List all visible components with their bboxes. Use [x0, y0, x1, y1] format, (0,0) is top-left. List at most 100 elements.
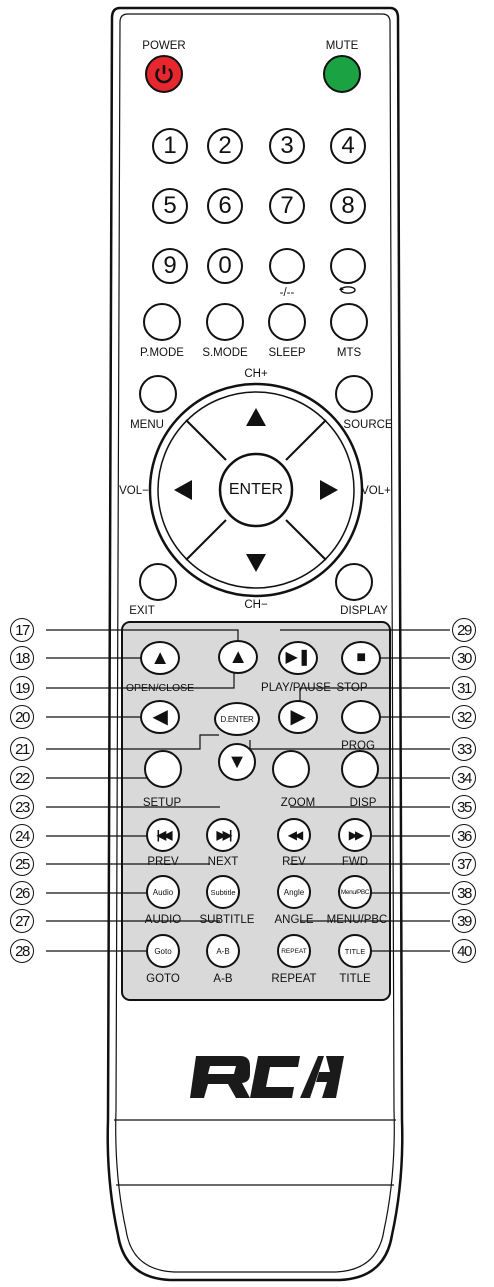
disp-label: DISP [349, 797, 377, 809]
stop-icon: ■ [356, 649, 366, 666]
exit-button[interactable] [139, 563, 177, 601]
zoom-button[interactable] [272, 750, 310, 788]
picture-mode-button[interactable] [143, 303, 181, 341]
number-2-button[interactable]: 2 [207, 128, 243, 164]
callout-19: 19 [10, 676, 34, 700]
vol-down-button[interactable] [166, 460, 216, 520]
callout-39: 39 [452, 909, 476, 933]
open-close-label: OPEN/CLOSE [125, 682, 195, 694]
dvd-right-button[interactable]: ▶ [278, 700, 318, 734]
ch-down-button[interactable] [226, 532, 286, 582]
menu-button[interactable] [139, 375, 177, 413]
number-0-button[interactable]: 0 [207, 248, 243, 284]
number-4-button[interactable]: 4 [330, 128, 366, 164]
callout-28: 28 [10, 939, 34, 963]
skip-forward-icon: ▶▶| [216, 828, 233, 842]
callout-23: 23 [10, 795, 34, 819]
ab-button[interactable]: A-B [206, 934, 240, 968]
eject-icon: ▲ [150, 647, 170, 669]
goto-button[interactable]: Goto [146, 934, 180, 968]
next-button[interactable]: ▶▶| [206, 818, 240, 852]
open-close-button[interactable]: ▲ [140, 641, 180, 675]
repeat-button[interactable]: REPEAT [277, 934, 311, 968]
audio-label: AUDIO [144, 914, 182, 926]
display-button[interactable] [335, 563, 373, 601]
play-pause-icon: ▶❚ [285, 649, 311, 666]
menu-pbc-button[interactable]: Menu/PBC [338, 875, 372, 909]
callout-20: 20 [10, 705, 34, 729]
subtitle-label: SUBTITLE [199, 914, 255, 926]
stop-button[interactable]: ■ [341, 641, 381, 675]
right-arrow-icon: ▶ [290, 706, 306, 728]
callout-29: 29 [452, 618, 476, 642]
zoom-label: ZOOM [280, 797, 316, 809]
sound-mode-button[interactable] [206, 303, 244, 341]
callout-34: 34 [452, 766, 476, 790]
source-button[interactable] [335, 375, 373, 413]
mute-button[interactable] [323, 55, 361, 93]
number-3-button[interactable]: 3 [269, 128, 305, 164]
stop-label: STOP [336, 682, 368, 694]
callout-35: 35 [452, 795, 476, 819]
loop-arrow-icon [339, 286, 356, 294]
enter-button[interactable]: ENTER [222, 479, 290, 501]
dvd-up-button[interactable]: ▲ [218, 640, 258, 674]
number-7-button[interactable]: 7 [269, 188, 305, 224]
mts-button[interactable] [330, 303, 368, 341]
mts-label: MTS [336, 347, 362, 359]
callout-31: 31 [452, 676, 476, 700]
callout-17: 17 [10, 618, 34, 642]
display-label: DISPLAY [340, 605, 388, 617]
dash-button[interactable] [269, 248, 305, 284]
prog-button[interactable] [341, 700, 381, 734]
callout-40: 40 [452, 939, 476, 963]
callout-37: 37 [452, 852, 476, 876]
vol-down-label: VOL− [119, 485, 149, 497]
callout-22: 22 [10, 766, 34, 790]
power-label: POWER [142, 40, 186, 52]
down-arrow-icon: ▼ [227, 751, 247, 773]
play-pause-label: PLAY/PAUSE [261, 682, 331, 694]
next-label: NEXT [207, 856, 239, 868]
dvd-down-button[interactable]: ▼ [218, 743, 256, 781]
exit-label: EXIT [129, 605, 155, 617]
setup-label: SETUP [142, 797, 182, 809]
ch-up-button[interactable] [226, 398, 286, 448]
play-pause-button[interactable]: ▶❚ [278, 641, 318, 675]
subtitle-button[interactable]: Subtitle [206, 875, 240, 909]
callout-36: 36 [452, 824, 476, 848]
number-1-button[interactable]: 1 [152, 128, 188, 164]
number-6-button[interactable]: 6 [207, 188, 243, 224]
callout-27: 27 [10, 909, 34, 933]
skip-back-icon: |◀◀ [156, 828, 173, 842]
fast-forward-icon: ▶▶ [348, 828, 365, 842]
angle-button[interactable]: Angle [277, 875, 311, 909]
left-arrow-icon: ◀ [152, 706, 168, 728]
fwd-button[interactable]: ▶▶ [338, 818, 372, 852]
number-8-button[interactable]: 8 [330, 188, 366, 224]
rewind-icon: ◀◀ [287, 828, 304, 842]
ch-up-label: CH+ [244, 368, 268, 380]
callout-18: 18 [10, 646, 34, 670]
rev-button[interactable]: ◀◀ [277, 818, 311, 852]
prev-button[interactable]: |◀◀ [146, 818, 180, 852]
number-5-button[interactable]: 5 [152, 188, 188, 224]
disp-button[interactable] [341, 750, 379, 788]
title-button[interactable]: TITLE [338, 934, 372, 968]
dvd-left-button[interactable]: ◀ [140, 700, 180, 734]
setup-button[interactable] [144, 750, 182, 788]
up-arrow-icon: ▲ [228, 646, 248, 668]
audio-button[interactable]: Audio [146, 875, 180, 909]
power-icon [155, 65, 173, 84]
d-enter-button[interactable]: D.ENTER [214, 702, 260, 736]
recall-button[interactable] [330, 248, 366, 284]
title-label: TITLE [339, 973, 371, 985]
power-button[interactable] [145, 55, 183, 93]
number-9-button[interactable]: 9 [152, 248, 188, 284]
sleep-label: SLEEP [268, 347, 306, 359]
callout-26: 26 [10, 881, 34, 905]
callout-25: 25 [10, 852, 34, 876]
vol-up-button[interactable] [296, 460, 346, 520]
ch-down-label: CH− [244, 599, 268, 611]
sleep-button[interactable] [268, 303, 306, 341]
